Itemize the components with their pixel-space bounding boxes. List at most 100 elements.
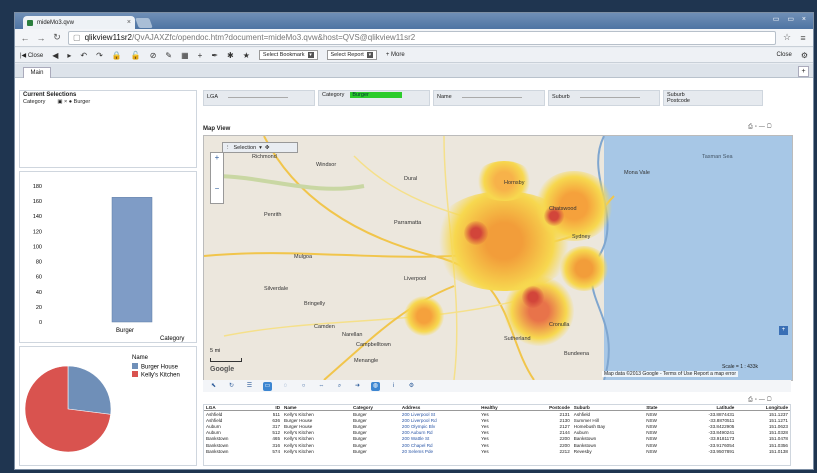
map-place-label: Windsor — [316, 162, 337, 168]
map-scale-label: 5 mi — [210, 348, 221, 354]
map-window-icons[interactable]: ⎙▫—▢ — [748, 124, 774, 131]
unlock-icon[interactable]: 🔓 — [131, 51, 141, 60]
reload-icon[interactable]: ↻ — [52, 32, 62, 43]
refresh-icon[interactable]: ↻ — [227, 382, 236, 391]
select-rect-icon[interactable]: ▭ — [263, 381, 272, 391]
pen-icon[interactable]: ✒ — [211, 51, 218, 60]
lock-icon[interactable]: 🔒 — [112, 51, 122, 60]
forward-selection-icon[interactable]: ▸ — [67, 51, 71, 60]
zoom-in-icon[interactable]: + — [211, 153, 223, 162]
zoom-out-icon[interactable]: − — [211, 184, 223, 193]
back-icon[interactable]: ← — [20, 33, 30, 43]
tab-main[interactable]: Main — [23, 67, 51, 78]
filter-lga[interactable]: LGA — [203, 90, 315, 106]
filter-category[interactable]: Category Burger — [318, 90, 430, 106]
back-selection-icon[interactable]: ◀ — [52, 51, 58, 60]
map-place-label: Silverdale — [264, 286, 289, 292]
map-selection-bar[interactable]: ⋮ Selection ▾ ✥ — [222, 142, 298, 153]
bar-chart-box: 180 160 140 120 100 80 60 40 20 0 Burger Category — [19, 171, 197, 343]
map-place-label: Camden — [314, 324, 335, 330]
filter-name[interactable]: Name — [433, 90, 545, 106]
browser-tab[interactable]: mideMo3.qvw × — [23, 16, 135, 29]
chevron-down-icon: ▾ — [307, 52, 314, 58]
select-bookmark-label: Select Bookmark — [262, 52, 305, 58]
url-path: /QvAJAXZfc/opendoc.htm?document=mideMo3.… — [132, 33, 416, 42]
table-icon[interactable]: ▦ — [181, 51, 189, 60]
lasso-icon[interactable]: ◌ — [281, 382, 290, 391]
filter-label: LGA — [207, 94, 219, 100]
filter-input[interactable] — [228, 92, 289, 98]
more-button[interactable]: + More — [386, 52, 405, 58]
edit-icon[interactable]: ✎ — [165, 51, 172, 60]
add-icon[interactable]: + — [198, 51, 203, 60]
map-place-label: Mulgoa — [294, 254, 313, 260]
close-tab-icon[interactable]: × — [127, 19, 131, 26]
filter-input[interactable] — [461, 92, 522, 98]
window-controls[interactable]: ▭ ▭ × — [773, 15, 809, 23]
pie-chart-box: Name Burger House Kelly's Kitchen — [19, 346, 197, 466]
table-cell: 151.1237 — [768, 411, 788, 417]
map-scale-ratio: Scale = 1 : 433k — [722, 364, 758, 370]
google-logo: Google — [210, 366, 235, 373]
map-add-icon[interactable]: + — [779, 326, 788, 335]
close-left-button[interactable]: |◀ Close — [20, 52, 43, 59]
filter-label: Name — [437, 94, 452, 100]
page-icon: ▢ — [73, 33, 81, 42]
select-bookmark-dropdown[interactable]: Select Bookmark ▾ — [258, 50, 318, 60]
zoom-control[interactable]: + − — [210, 152, 224, 204]
address-bar[interactable]: ▢ qlikview11sr2 /QvAJAXZfc/opendoc.htm?d… — [68, 30, 776, 45]
forward-icon[interactable]: → — [36, 33, 46, 43]
pie-legend-label: Burger House — [141, 365, 179, 371]
tab-strip: mideMo3.qvw × ▭ ▭ × — [15, 13, 813, 29]
route-icon[interactable]: ➜ — [353, 382, 362, 391]
pie-slice[interactable] — [67, 365, 112, 415]
table-row[interactable]: Bankstown 574 Kelly's Kitchen Burger 20 Sele… — [204, 448, 790, 454]
filter-label: Suburb — [552, 94, 570, 100]
browser-window: mideMo3.qvw × ▭ ▭ × ← → ↻ ▢ qlikview11sr… — [14, 12, 814, 470]
bar-y-tick-label: 100 — [33, 244, 42, 250]
table-row[interactable]: Ashfield 511 Kelly's Kitchen Burger 200 Live… — [204, 411, 790, 418]
map-place-label: Liverpool — [404, 276, 427, 282]
menu-icon[interactable]: ≡ — [798, 33, 808, 43]
map-toolbar: ⬉ ↻ ☰ ▭ ◌ ○ ⇔ ⌕ ➜ ◍ i ⚙ — [203, 380, 791, 392]
pie-legend-swatch — [132, 371, 138, 377]
pan-icon[interactable]: ✥ — [265, 145, 270, 151]
table-cell: Ashfield — [573, 411, 591, 417]
sheet-area: Current Selections Category ▣ × ● Burger… — [15, 78, 813, 469]
redo-icon[interactable]: ↷ — [96, 51, 103, 60]
info-icon[interactable]: i — [389, 382, 398, 391]
settings-gear-icon[interactable]: ⚙ — [801, 51, 808, 60]
browser-tab-title: mideMo3.qvw — [37, 19, 75, 26]
bar-y-tick-label: 0 — [39, 320, 42, 326]
bookmark-icon[interactable]: ✱ — [227, 51, 234, 60]
map-attribution[interactable]: Map data ©2013 Google - Terms of Use Rep… — [602, 371, 738, 377]
filter-suburb-postcode[interactable]: Suburb Postcode — [663, 90, 763, 106]
layers-icon[interactable]: ☰ — [245, 382, 254, 391]
map-place-label: Richmond — [252, 154, 277, 160]
map-view[interactable]: Tasman Sea Windsor Mona Vale Penrith Par… — [203, 135, 793, 381]
filter-selected-value[interactable]: Burger — [350, 92, 403, 98]
star-icon[interactable]: ★ — [243, 51, 250, 60]
table-cell: NSW — [646, 448, 657, 454]
new-tab-button[interactable] — [135, 18, 153, 28]
measure-icon[interactable]: ⇔ — [317, 382, 326, 391]
select-report-dropdown[interactable]: Select Report ▾ — [326, 50, 377, 60]
undo-icon[interactable]: ↶ — [80, 51, 87, 60]
table-cell: -33.8874431 — [708, 411, 735, 417]
globe-icon[interactable]: ◍ — [371, 381, 380, 391]
add-sheet-button[interactable]: + — [798, 66, 809, 77]
clear-icon[interactable]: ⊘ — [150, 51, 157, 60]
circle-icon[interactable]: ○ — [299, 382, 308, 391]
pointer-icon[interactable]: ⬉ — [209, 382, 218, 391]
filter-suburb[interactable]: Suburb — [548, 90, 660, 106]
filter-input[interactable] — [579, 92, 640, 98]
sheet-tab-bar: Main + — [15, 64, 813, 78]
search-icon[interactable]: ⌕ — [335, 382, 344, 391]
bar-chart: 180 160 140 120 100 80 60 40 20 0 Burger Category — [33, 184, 185, 342]
bar[interactable] — [111, 197, 153, 323]
close-right-button[interactable]: Close — [776, 52, 791, 58]
settings-icon[interactable]: ⚙ — [407, 382, 416, 391]
table-window-icons[interactable]: ⎙▫—▢ — [748, 397, 774, 404]
selection-row[interactable]: Category ▣ × ● Burger — [20, 99, 196, 105]
bookmark-star-icon[interactable]: ☆ — [782, 32, 792, 43]
